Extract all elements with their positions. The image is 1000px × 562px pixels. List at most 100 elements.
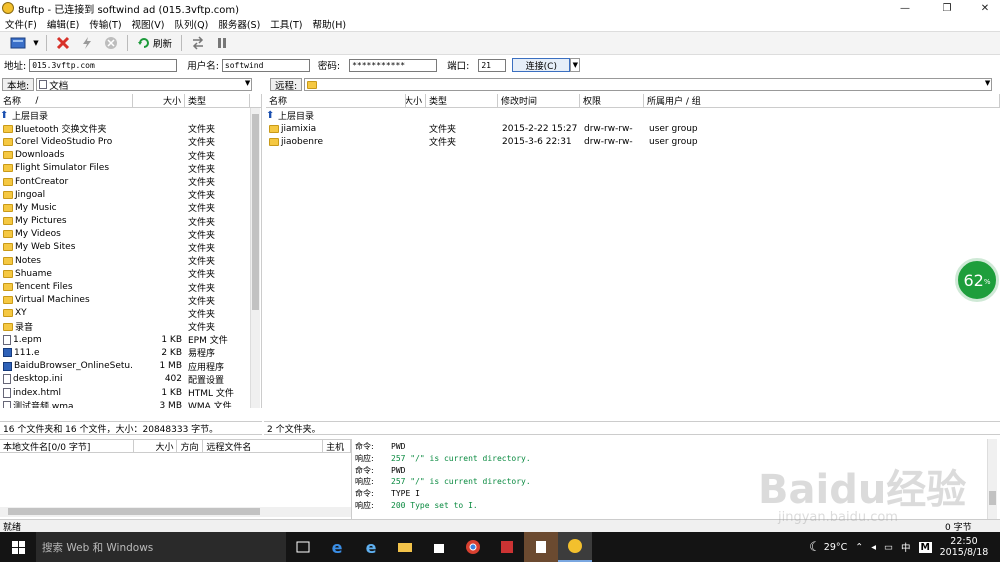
table-row[interactable]: Virtual Machines 文件夹	[0, 294, 250, 307]
file-name-cell: 测试音频.wma	[0, 399, 133, 408]
remote-col-4[interactable]: 权限	[580, 94, 644, 107]
minimize-button[interactable]: —	[890, 0, 920, 16]
tray-up-arrow-icon[interactable]: ⌃	[855, 542, 863, 553]
connect-button[interactable]: 连接(C)	[512, 58, 571, 72]
file-explorer-icon[interactable]	[388, 532, 422, 562]
remote-col-1[interactable]: 大小	[406, 94, 426, 107]
address-input[interactable]: 015.3vftp.com	[29, 58, 178, 72]
clock[interactable]: 22:50 2015/8/18	[938, 536, 990, 558]
ime-indicator[interactable]: 中	[901, 540, 911, 554]
taskbar-search[interactable]: 搜索 Web 和 Windows	[36, 532, 286, 562]
col-size[interactable]: 大小	[133, 94, 185, 107]
file-name-cell: 1.epm	[0, 334, 133, 345]
transfer-queue: 本地文件名[0/0 字节] 大小 方向 远程文件名 主机	[0, 439, 352, 519]
temperature[interactable]: 29°C	[824, 542, 847, 553]
queue-col-4[interactable]: 主机	[323, 440, 351, 452]
file-name-cell: FontCreator	[0, 177, 133, 187]
table-row[interactable]: BaiduBrowser_OnlineSetu... 1 MB 应用程序	[0, 360, 250, 373]
table-row[interactable]: Tencent Files 文件夹	[0, 280, 250, 294]
start-button[interactable]	[0, 532, 36, 562]
speaker-icon[interactable]: ◂	[871, 542, 876, 553]
table-row[interactable]: Jingoal 文件夹	[0, 188, 250, 201]
table-row[interactable]: 111.e 2 KB 易程序	[0, 346, 250, 359]
table-row[interactable]: Shuame 文件夹	[0, 267, 250, 280]
ie-browser-icon[interactable]: e	[354, 532, 388, 562]
queue-col-0[interactable]: 本地文件名[0/0 字节]	[0, 440, 134, 452]
wps-icon[interactable]	[490, 532, 524, 562]
table-row[interactable]: Corel VideoStudio Pro 文件夹	[0, 135, 250, 148]
queue-col-3[interactable]: 远程文件名	[203, 440, 324, 452]
store-icon[interactable]	[422, 532, 456, 562]
table-row[interactable]: 1.epm 1 KB EPM 文件	[0, 333, 250, 346]
menu-item-7[interactable]: 帮助(H)	[308, 17, 352, 31]
menu-item-2[interactable]: 传输(T)	[84, 17, 126, 31]
remote-col-0[interactable]: 名称	[266, 94, 406, 107]
edge-browser-icon[interactable]: e	[320, 532, 354, 562]
remote-col-2[interactable]: 类型	[426, 94, 498, 107]
table-row[interactable]: desktop.ini 402 配置设置	[0, 373, 250, 386]
notes-app-icon[interactable]	[524, 532, 558, 562]
parent-dir-label: 上层目录	[12, 112, 49, 123]
menu-item-5[interactable]: 服务器(S)	[213, 17, 265, 31]
connect-dropdown-icon[interactable]: ▼	[570, 58, 581, 72]
system-tray: ☾ 29°C ⌃ ◂ ▭ 中 M 22:50 2015/8/18	[809, 532, 1000, 562]
remote-col-3[interactable]: 修改时间	[498, 94, 580, 107]
weather-moon-icon[interactable]: ☾	[809, 540, 821, 555]
username-input[interactable]: softwind	[221, 58, 310, 72]
local-vertical-scrollbar[interactable]	[250, 108, 260, 408]
keyboard-icon[interactable]: ▭	[884, 542, 893, 553]
table-row[interactable]: My Videos 文件夹	[0, 228, 250, 241]
menu-item-3[interactable]: 视图(V)	[127, 17, 170, 31]
table-row[interactable]: XY 文件夹	[0, 307, 250, 320]
table-row[interactable]: My Music 文件夹	[0, 201, 250, 214]
disconnect-icon[interactable]	[53, 34, 73, 52]
table-row[interactable]: 测试音频.wma 3 MB WMA 文件	[0, 399, 250, 408]
parent-dir-row[interactable]: ⬆ 上层目录	[0, 109, 250, 122]
table-row[interactable]: index.html 1 KB HTML 文件	[0, 386, 250, 399]
parent-dir-row[interactable]: ⬆ 上层目录	[266, 109, 1000, 122]
password-input[interactable]: ***********	[349, 58, 438, 72]
scroll-thumb[interactable]	[8, 508, 260, 515]
table-row[interactable]: 录音 文件夹	[0, 320, 250, 333]
connect-manager-icon[interactable]	[8, 34, 28, 52]
table-row[interactable]: jiamixia 文件夹 2015-2-22 15:27 drw-rw-rw-user…	[266, 122, 1000, 135]
scroll-thumb[interactable]	[252, 114, 259, 310]
lightning-icon[interactable]	[77, 34, 97, 52]
transfer-icon[interactable]	[188, 34, 208, 52]
table-row[interactable]: Bluetooth 交换文件夹 文件夹	[0, 122, 250, 135]
pause-icon[interactable]	[212, 34, 232, 52]
table-row[interactable]: My Pictures 文件夹	[0, 215, 250, 228]
close-button[interactable]: ✕	[970, 0, 1000, 16]
col-type[interactable]: 类型	[185, 94, 250, 107]
port-input[interactable]: 21	[478, 58, 507, 72]
8uftp-taskbar-icon[interactable]	[558, 532, 592, 562]
file-name: Notes	[15, 255, 41, 266]
dropdown-arrow-icon[interactable]: ▼	[32, 34, 40, 52]
table-row[interactable]: My Web Sites 文件夹	[0, 241, 250, 254]
table-row[interactable]: jiaobenre 文件夹 2015-3-6 22:31 drw-rw-rw-user…	[266, 135, 1000, 148]
table-row[interactable]: FontCreator 文件夹	[0, 175, 250, 188]
table-row[interactable]: Flight Simulator Files 文件夹	[0, 162, 250, 175]
table-row[interactable]: Notes 文件夹	[0, 254, 250, 267]
table-row[interactable]: Downloads 文件夹	[0, 149, 250, 162]
menu-item-6[interactable]: 工具(T)	[265, 17, 307, 31]
chrome-icon[interactable]	[456, 532, 490, 562]
file-name: FontCreator	[15, 176, 69, 187]
remote-path-select[interactable]: ▼	[304, 78, 993, 91]
maximize-button[interactable]: ❐	[932, 0, 962, 16]
menu-item-0[interactable]: 文件(F)	[0, 17, 42, 31]
local-path-select[interactable]: 文档 ▼	[36, 78, 253, 92]
file-name-cell: index.html	[0, 387, 133, 398]
task-view-icon[interactable]	[286, 532, 320, 562]
queue-col-2[interactable]: 方向	[177, 440, 204, 452]
col-name[interactable]: 名称 /	[0, 94, 133, 107]
stop-icon[interactable]	[101, 34, 121, 52]
queue-horizontal-scrollbar[interactable]	[0, 507, 351, 517]
input-mode-icon[interactable]: M	[918, 541, 932, 553]
queue-col-1[interactable]: 大小	[134, 440, 178, 452]
remote-col-5[interactable]: 所属用户 / 组	[644, 94, 1000, 107]
menu-item-4[interactable]: 队列(Q)	[169, 17, 213, 31]
menu-item-1[interactable]: 编辑(E)	[42, 17, 84, 31]
progress-badge[interactable]: 62%	[955, 258, 999, 302]
refresh-button[interactable]: 刷新	[134, 34, 175, 52]
